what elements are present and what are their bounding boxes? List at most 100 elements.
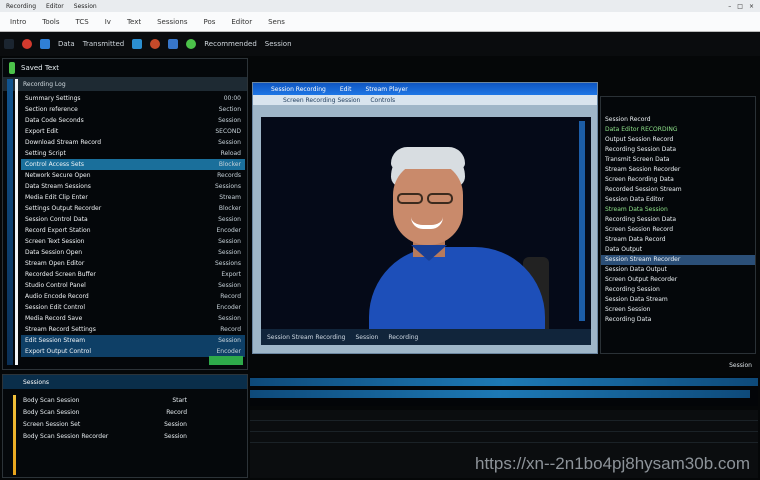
session-row[interactable]: Body Scan Session Start [3,395,247,407]
details-row[interactable]: Session Record [601,115,755,125]
toolbar-label[interactable]: Session [265,40,292,48]
log-row[interactable]: Session Control Data Session [21,214,245,225]
details-row[interactable]: Session Data Output [601,265,755,275]
details-row[interactable]: Stream Data Session [601,205,755,215]
session-row[interactable]: Screen Session Set Session [3,419,247,431]
log-row[interactable]: Network Secure Open Records [21,170,245,181]
details-row[interactable]: Stream Data Record [601,235,755,245]
details-row[interactable]: Stream Session Recorder [601,165,755,175]
menu-item[interactable]: Pos [203,18,215,26]
session-row[interactable]: Body Scan Session Recorder Session [3,431,247,443]
menu-item[interactable]: Intro [10,18,26,26]
log-row[interactable]: Summary Settings 00:00 [21,93,245,104]
log-row[interactable]: Setting Script Reload [21,148,245,159]
confirm-button[interactable] [209,356,243,365]
maximize-button[interactable]: □ [737,3,743,10]
menu-item[interactable]: Iv [105,18,111,26]
scroll-thumb[interactable] [15,79,18,365]
log-row-value: Session [218,249,241,256]
details-row[interactable]: Recorded Session Stream [601,185,755,195]
log-row[interactable]: Screen Text Session Session [21,236,245,247]
log-list: Summary Settings 00:00 Section reference Se… [21,93,245,357]
details-row[interactable]: Session Data Stream [601,295,755,305]
log-row-label: Section reference [25,106,78,113]
log-row[interactable]: Media Edit Clip Enter Stream [21,192,245,203]
viewer-tool-item[interactable]: Screen Recording Session [283,97,360,104]
log-row[interactable]: Stream Open Editor Sessions [21,258,245,269]
title-item: Recording [6,2,37,10]
minimize-button[interactable]: – [728,3,731,10]
menu-item[interactable]: Editor [231,18,252,26]
log-row[interactable]: Data Stream Sessions Sessions [21,181,245,192]
details-row[interactable]: Screen Recording Data [601,175,755,185]
log-row[interactable]: Export Edit SECOND [21,126,245,137]
title-bar: Recording Editor Session – □ × [0,0,760,12]
log-row[interactable]: Control Access Sets Blocker [21,159,245,170]
blue-shirt [369,247,545,337]
menu-item[interactable]: Text [127,18,141,26]
log-row[interactable]: Section reference Section [21,104,245,115]
log-row[interactable]: Record Export Station Encoder [21,225,245,236]
timeline[interactable] [250,376,758,406]
log-row-label: Edit Session Stream [25,337,86,344]
video-stage[interactable]: Session Stream Recording Session Recordi… [261,117,591,345]
details-row[interactable]: Data Editor RECORDING [601,125,755,135]
capture-icon[interactable] [150,39,161,49]
log-row[interactable]: Recorded Screen Buffer Export [21,269,245,280]
toolbar-label[interactable]: Data [58,40,75,48]
details-row[interactable]: Screen Output Recorder [601,275,755,285]
menu-item[interactable]: Sens [268,18,285,26]
log-row[interactable]: Audio Encode Record Record [21,291,245,302]
viewer-tool-item[interactable]: Controls [370,97,395,104]
details-row[interactable]: Recording Session [601,285,755,295]
menu-item[interactable]: TCS [76,18,89,26]
timeline-track[interactable] [250,390,750,398]
close-button[interactable]: × [749,3,754,10]
log-row[interactable]: Session Edit Control Encoder [21,302,245,313]
log-row[interactable]: Studio Control Panel Session [21,280,245,291]
timeline-track[interactable] [250,378,758,386]
log-row[interactable]: Stream Record Settings Record [21,324,245,335]
details-row[interactable]: Transmit Screen Data [601,155,755,165]
log-row-value: Blocker [218,205,241,212]
details-row[interactable]: Session Data Editor [601,195,755,205]
log-row-label: Summary Settings [25,95,81,102]
log-row[interactable]: Download Stream Record Session [21,137,245,148]
viewer-title-bar: Session Recording Edit Stream Player [253,83,597,95]
details-row[interactable]: Recording Session Data [601,145,755,155]
details-row[interactable]: Screen Session [601,305,755,315]
scroll-track[interactable] [7,79,13,365]
details-row[interactable]: Output Session Record [601,135,755,145]
toolbar-label[interactable]: Recommended [204,40,257,48]
log-row[interactable]: Settings Output Recorder Blocker [21,203,245,214]
log-row[interactable]: Edit Session Stream Session [21,335,245,346]
log-row[interactable]: Data Session Open Session [21,247,245,258]
viewer-status-item: Session Stream Recording [267,333,346,341]
session-row[interactable]: Body Scan Session Record [3,407,247,419]
window-icon[interactable] [168,39,179,49]
viewer-title-item[interactable]: Edit [340,86,352,93]
log-row-value: Record [220,293,241,300]
toolbar-label[interactable]: Transmitted [83,40,125,48]
menu-item[interactable]: Tools [42,18,59,26]
details-row[interactable]: Data Output [601,245,755,255]
log-row-value: Session [218,282,241,289]
log-row-value: Encoder [216,227,241,234]
log-row[interactable]: Data Code Seconds Session [21,115,245,126]
monitor-icon[interactable] [132,39,143,49]
menu-item[interactable]: Sessions [157,18,187,26]
record-icon[interactable] [22,39,32,49]
details-row[interactable]: Recording Session Data [601,215,755,225]
status-icon [9,62,15,74]
screen-icon[interactable] [40,39,50,49]
details-row[interactable]: Screen Session Record [601,225,755,235]
log-row-label: Setting Script [25,150,66,157]
log-row-value: Sessions [214,183,241,190]
log-row-label: Control Access Sets [25,161,85,168]
details-row[interactable]: Recording Data [601,315,755,325]
log-row[interactable]: Media Record Save Session [21,313,245,324]
menu-icon[interactable] [4,39,14,49]
details-row[interactable]: Session Stream Recorder [601,255,755,265]
go-icon[interactable] [186,39,197,49]
session-row-value: Session [164,421,187,428]
